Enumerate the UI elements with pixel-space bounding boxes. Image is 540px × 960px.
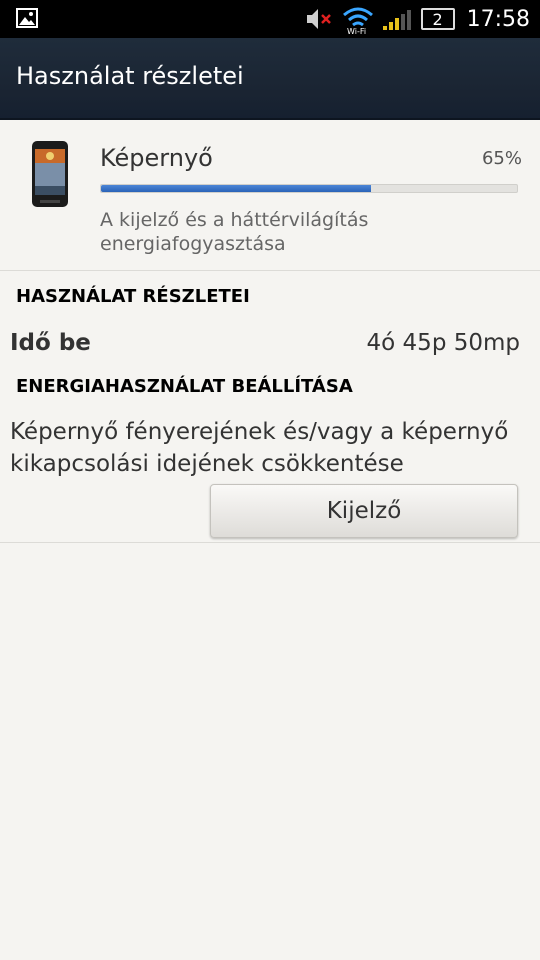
- page-title: Használat részletei: [16, 62, 244, 90]
- display-settings-button[interactable]: Kijelző: [210, 484, 518, 538]
- time-on-value: 4ó 45p 50mp: [366, 330, 520, 356]
- phone-icon: [32, 141, 68, 207]
- energy-hint-text: Képernyő fényerejének és/vagy a képernyő…: [10, 419, 509, 477]
- usage-details-header: HASZNÁLAT RÉSZLETEI: [16, 286, 250, 307]
- app-description: A kijelző és a háttérvilágítás energiafo…: [100, 209, 369, 255]
- status-bar: Wi-Fi 2 17:58: [0, 0, 540, 38]
- energy-settings-header: ENERGIAHASZNÁLAT BEÁLLÍTÁSA: [16, 376, 353, 397]
- app-name: Képernyő: [100, 144, 213, 172]
- usage-details-content: Képernyő 65% A kijelző és a háttérvilágí…: [0, 120, 540, 960]
- battery-level: 2: [432, 9, 443, 29]
- status-time: 17:58: [466, 6, 530, 32]
- usage-progress-bar: [100, 184, 518, 193]
- mute-icon: [306, 9, 331, 29]
- signal-icon: [382, 10, 411, 30]
- svg-text:Wi-Fi: Wi-Fi: [347, 27, 366, 35]
- image-notification-icon: [16, 8, 38, 28]
- display-settings-button-label: Kijelző: [326, 498, 402, 524]
- time-on-label: Idő be: [10, 330, 91, 356]
- action-bar: Használat részletei: [0, 38, 540, 120]
- divider: [0, 270, 540, 271]
- divider: [0, 542, 540, 543]
- status-icons: Wi-Fi 2 17:58: [305, 0, 530, 38]
- wifi-icon: Wi-Fi: [342, 7, 373, 35]
- usage-progress-fill: [101, 185, 372, 192]
- battery-icon: 2: [420, 8, 455, 30]
- app-usage-row: Képernyő 65% A kijelző és a háttérvilágí…: [0, 120, 540, 270]
- app-percent: 65%: [481, 148, 522, 169]
